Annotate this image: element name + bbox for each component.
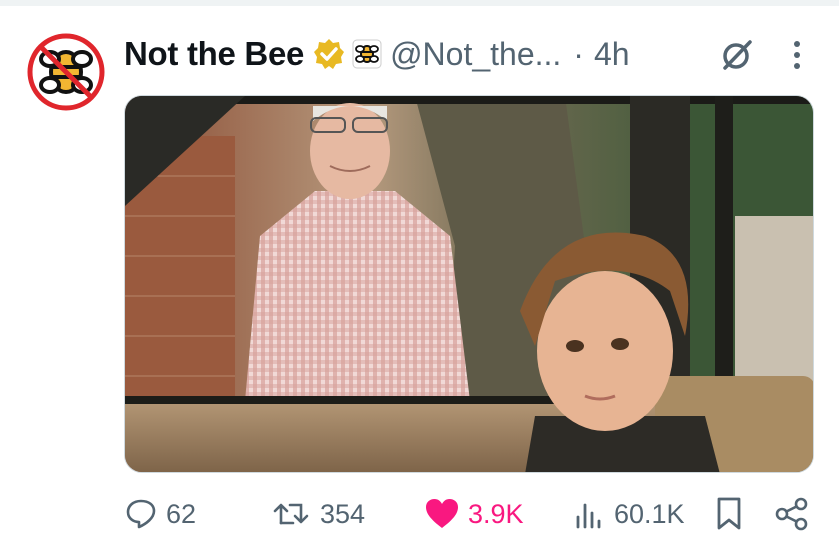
action-bar: 62 354 3.9K 60.1K: [124, 492, 824, 536]
like-icon: [426, 499, 458, 528]
post-header: Not the Bee @Not_the... · 4h: [124, 30, 630, 78]
share-button[interactable]: [774, 492, 810, 536]
like-button[interactable]: 3.9K: [424, 492, 524, 536]
views-icon: [576, 503, 601, 529]
views-count: 60.1K: [614, 498, 685, 529]
separator-dot: ·: [573, 35, 584, 72]
more-icon[interactable]: [785, 36, 809, 74]
bookmark-icon: [717, 497, 741, 530]
reply-button[interactable]: 62: [124, 492, 196, 536]
top-divider: [0, 0, 839, 6]
share-icon: [775, 497, 808, 531]
like-count: 3.9K: [468, 498, 524, 529]
views-button[interactable]: 60.1K: [572, 492, 685, 536]
repost-count: 354: [320, 498, 366, 529]
affiliate-badge-icon[interactable]: [352, 39, 382, 69]
post-photo: [125, 96, 813, 472]
verified-badge-icon[interactable]: [312, 37, 346, 71]
post-time[interactable]: 4h: [594, 36, 630, 73]
repost-button[interactable]: 354: [272, 492, 365, 536]
reply-icon: [126, 499, 156, 529]
user-handle[interactable]: @Not_the...: [390, 36, 561, 73]
bookmark-button[interactable]: [714, 492, 744, 536]
repost-icon: [273, 503, 309, 525]
reply-count: 62: [166, 498, 197, 529]
avatar[interactable]: [27, 33, 105, 111]
display-name[interactable]: Not the Bee: [124, 35, 304, 73]
post-media[interactable]: [124, 95, 814, 473]
grok-icon[interactable]: [718, 36, 756, 74]
